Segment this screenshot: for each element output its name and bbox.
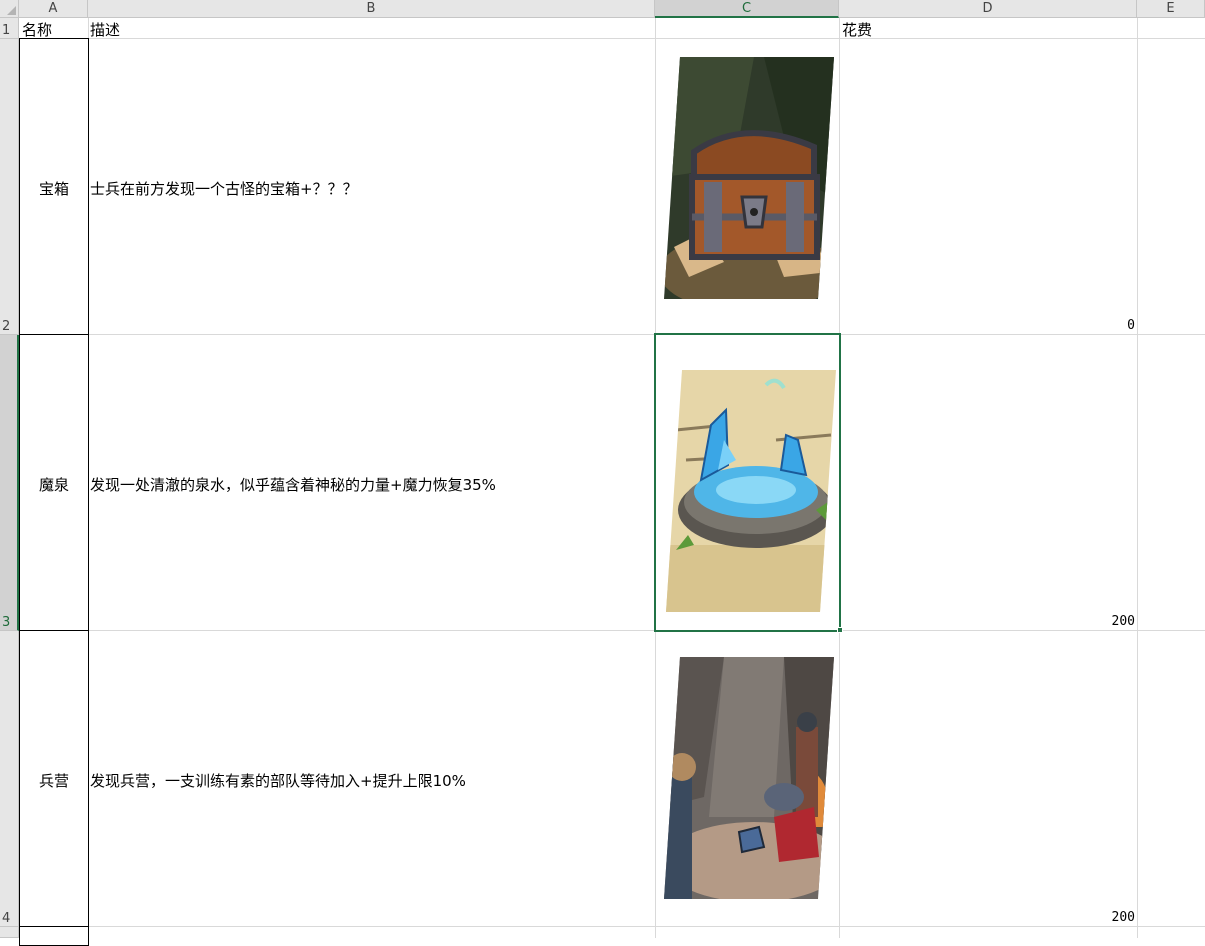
description-cell[interactable]: 士兵在前方发现一个古怪的宝箱+？？？ — [90, 178, 358, 199]
gridline — [19, 38, 1205, 39]
row-header-1[interactable]: 1 — [0, 18, 19, 39]
cost-cell[interactable]: 200 — [1000, 910, 1135, 925]
name-cell[interactable]: 宝箱 — [19, 178, 89, 199]
column-header-e[interactable]: E — [1137, 0, 1205, 18]
name-cell[interactable]: 兵营 — [19, 770, 89, 791]
row-number: 1 — [2, 23, 11, 38]
description-cell[interactable]: 发现一处清澈的泉水，似乎蕴含着神秘的力量+魔力恢复35% — [90, 474, 496, 495]
name-cell-border — [19, 926, 89, 946]
fill-handle[interactable] — [837, 627, 843, 633]
row-number: 4 — [2, 911, 11, 926]
header-cell-name[interactable]: 名称 — [22, 19, 52, 40]
cost-cell[interactable]: 200 — [1000, 614, 1135, 629]
gridline — [1137, 18, 1138, 938]
header-cell-description[interactable]: 描述 — [90, 19, 120, 40]
select-all-corner[interactable] — [0, 0, 19, 18]
column-header-b[interactable]: B — [88, 0, 655, 18]
gridline — [19, 630, 1205, 631]
description-cell[interactable]: 发现兵营，一支训练有素的部队等待加入+提升上限10% — [90, 770, 466, 791]
cost-cell[interactable]: 0 — [1000, 318, 1135, 333]
row-header-3[interactable]: 3 — [0, 335, 19, 631]
row-header-4[interactable]: 4 — [0, 631, 19, 927]
row-header-5[interactable] — [0, 927, 19, 938]
row-number: 3 — [2, 615, 11, 630]
name-cell[interactable]: 魔泉 — [19, 474, 89, 495]
column-header-c[interactable]: C — [655, 0, 839, 18]
row-number: 2 — [2, 319, 11, 334]
barracks-illustration[interactable] — [664, 657, 834, 899]
gridline — [19, 334, 1205, 335]
column-header-a[interactable]: A — [19, 0, 88, 18]
gridline — [19, 926, 1205, 927]
treasure-chest-illustration[interactable] — [664, 57, 834, 299]
header-cell-cost[interactable]: 花费 — [842, 19, 872, 40]
active-cell-selection[interactable] — [654, 333, 841, 632]
column-header-d[interactable]: D — [839, 0, 1137, 18]
row-header-2[interactable]: 2 — [0, 39, 19, 335]
